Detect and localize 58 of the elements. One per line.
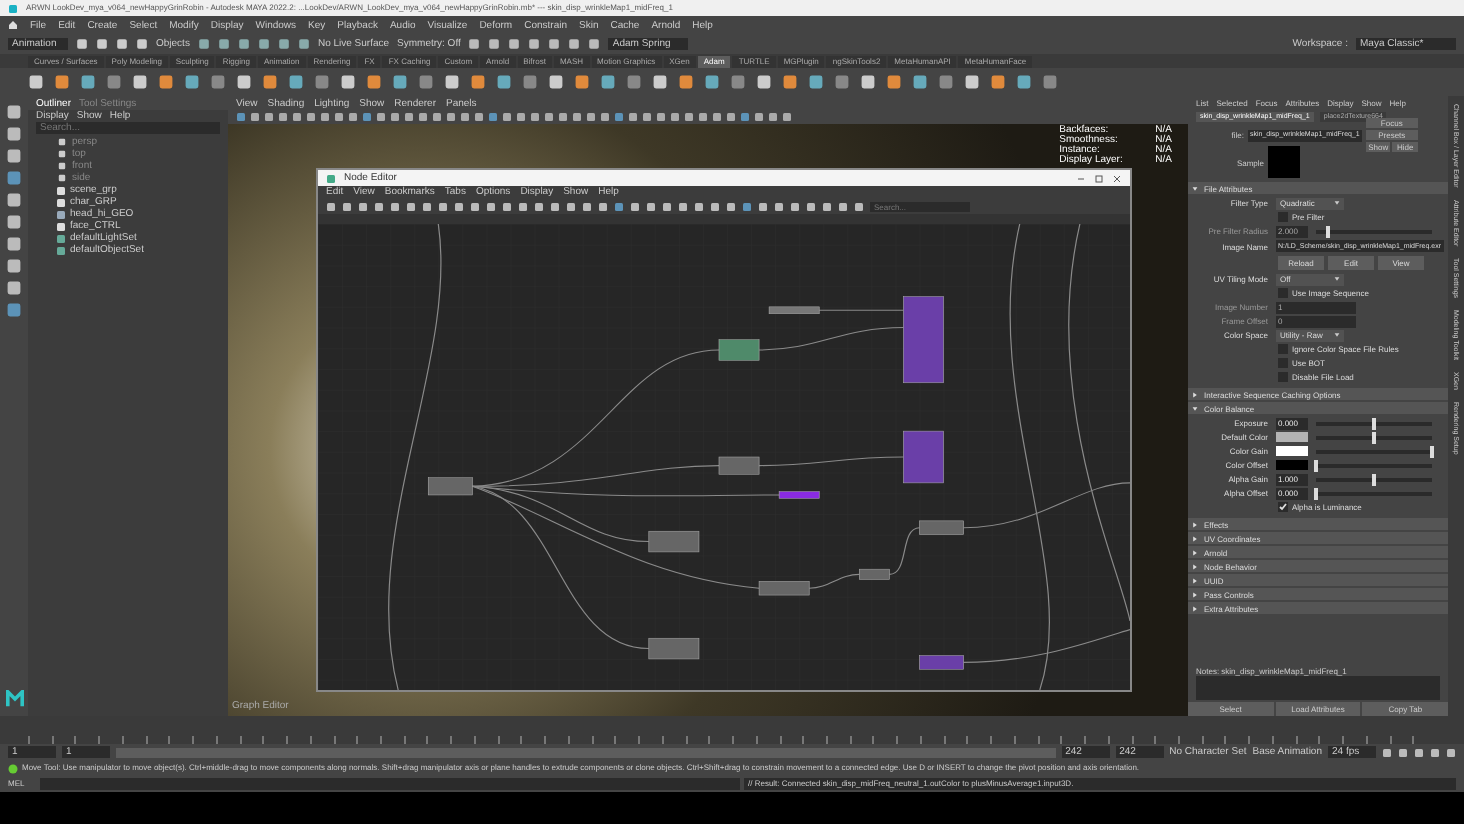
graph-node[interactable]	[648, 637, 700, 660]
connection-line[interactable]	[963, 629, 1130, 663]
graph-node[interactable]	[859, 568, 890, 580]
caret-icon	[1334, 200, 1340, 206]
expand-icon	[1192, 521, 1198, 527]
expand-icon	[1192, 391, 1198, 397]
maya-logo-icon	[5, 690, 23, 708]
connection-line[interactable]	[471, 485, 760, 589]
graph-node[interactable]	[903, 296, 944, 384]
graph-node[interactable]	[919, 520, 964, 535]
texture-sample	[1268, 146, 1300, 178]
collapse-icon	[1192, 405, 1198, 411]
connection-line[interactable]	[808, 573, 860, 589]
connection-line[interactable]	[818, 309, 904, 311]
expand-icon	[1192, 535, 1198, 541]
graph-node[interactable]	[903, 430, 944, 484]
graph-node[interactable]	[758, 581, 810, 596]
graph-node[interactable]	[648, 530, 700, 553]
connection-line[interactable]	[1068, 224, 1130, 622]
connection-line[interactable]	[471, 485, 650, 650]
expand-icon	[1192, 591, 1198, 597]
connection-line[interactable]	[1009, 224, 1050, 690]
color-swatch[interactable]	[1276, 460, 1308, 470]
graph-node[interactable]	[768, 306, 820, 315]
graph-node[interactable]	[718, 456, 760, 475]
checkbox[interactable]	[1278, 502, 1288, 512]
checkbox[interactable]	[1278, 372, 1288, 382]
caret-icon	[1334, 332, 1340, 338]
close-icon[interactable]	[1112, 173, 1122, 183]
connection-line[interactable]	[471, 485, 780, 497]
caret-icon	[1334, 276, 1340, 282]
graph-node[interactable]	[778, 491, 820, 499]
minimize-icon[interactable]	[1076, 173, 1086, 183]
checkbox[interactable]	[1278, 212, 1288, 222]
expand-icon	[1192, 605, 1198, 611]
collapse-icon	[1192, 185, 1198, 191]
connection-line[interactable]	[963, 482, 1130, 529]
connection-line[interactable]	[888, 527, 921, 575]
help-icon	[8, 763, 18, 773]
color-swatch[interactable]	[1276, 432, 1308, 442]
expand-icon	[1192, 563, 1198, 569]
graph-node[interactable]	[919, 655, 964, 670]
connection-line[interactable]	[758, 456, 904, 467]
notes-field[interactable]	[1196, 676, 1440, 700]
color-swatch[interactable]	[1276, 446, 1308, 456]
connection-line[interactable]	[758, 327, 904, 351]
connection-line[interactable]	[388, 224, 442, 690]
home-icon[interactable]	[8, 20, 18, 30]
checkbox[interactable]	[1278, 344, 1288, 354]
command-field[interactable]	[40, 778, 740, 790]
maximize-icon[interactable]	[1094, 173, 1104, 183]
check-icon	[1278, 502, 1288, 512]
expand-icon	[1192, 549, 1198, 555]
graph-node[interactable]	[718, 339, 760, 361]
graph-node[interactable]	[428, 477, 473, 496]
checkbox[interactable]	[1278, 288, 1288, 298]
expand-icon	[1192, 577, 1198, 583]
checkbox[interactable]	[1278, 358, 1288, 368]
